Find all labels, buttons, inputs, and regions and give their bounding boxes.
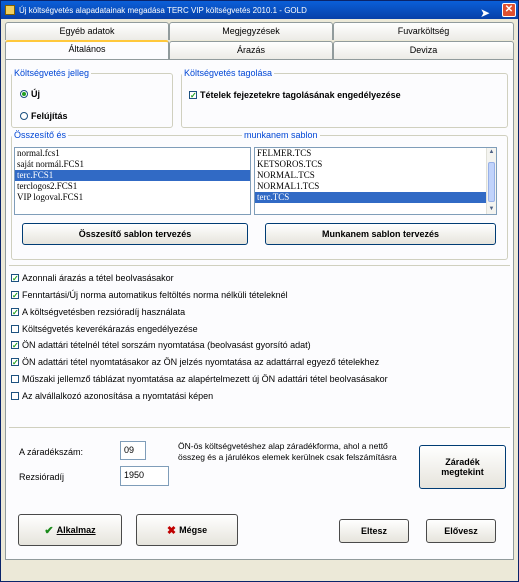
scroll-down-icon[interactable]: ▼ (487, 205, 496, 214)
list-item[interactable]: KETSOROS.TCS (255, 159, 496, 170)
radio-felujitas[interactable]: Felújítás (20, 111, 68, 121)
alkalmaz-label: Alkalmaz (56, 525, 96, 535)
checkbox-icon: ✓ (11, 274, 19, 283)
separator (9, 427, 510, 428)
list-item[interactable]: normal.fcs1 (15, 148, 250, 159)
option-label: Fenntartási/Új norma automatikus feltölt… (22, 290, 288, 300)
alkalmaz-button[interactable]: ✔ Alkalmaz (18, 514, 122, 546)
munkanem-sablon-button[interactable]: Munkanem sablon tervezés (265, 223, 496, 245)
option-checkbox-1[interactable]: ✓ Fenntartási/Új norma automatikus feltö… (11, 290, 288, 300)
close-button[interactable]: ✕ (502, 3, 516, 17)
list-item[interactable]: FELMER.TCS (255, 148, 496, 159)
radio-dot (20, 90, 28, 98)
option-label: Azonnali árazás a tétel beolvasásakor (22, 273, 174, 283)
radio-dot (20, 112, 28, 120)
list-item[interactable]: NORMAL.TCS (255, 170, 496, 181)
list-item[interactable]: VIP logoval.FCS1 (15, 192, 250, 203)
zaradekszam-input[interactable]: 09 (120, 441, 146, 460)
eltesz-button[interactable]: Eltesz (339, 519, 409, 543)
munkanem-scrollbar[interactable]: ▲ ▼ (486, 148, 496, 214)
list-item[interactable]: terc.TCS (255, 192, 486, 203)
option-label: Műszaki jellemző táblázat nyomtatása az … (22, 374, 388, 384)
koltsegvetes-jelleg-label: Költségvetés jelleg (12, 68, 92, 78)
tab-fuvarkoltseg[interactable]: Fuvarköltség (333, 22, 514, 40)
tab-deviza[interactable]: Deviza (333, 41, 514, 59)
separator (9, 265, 510, 266)
checkbox-icon (11, 375, 19, 383)
koltsegvetes-tagolasa-label: Költségvetés tagolása (182, 68, 275, 78)
option-label: Az alvállalkozó azonosítása a nyomtatási… (22, 391, 214, 401)
checkbox-icon (11, 392, 19, 400)
tab-arazas[interactable]: Árazás (169, 41, 333, 59)
option-checkbox-7[interactable]: Az alvállalkozó azonosítása a nyomtatási… (11, 391, 213, 401)
window-title: Új költségvetés alapadatainak megadása T… (19, 5, 307, 15)
munkanem-label: munkanem sablon (242, 130, 320, 140)
tagolas-checkbox-label: Tételek fejezetekre tagolásának engedély… (200, 90, 401, 100)
radio-felujitas-label: Felújítás (31, 111, 68, 121)
osszesito-listbox[interactable]: normal.fcs1 saját normál.FCS1 terc.FCS1 … (14, 147, 251, 215)
option-checkbox-0[interactable]: ✓ Azonnali árazás a tétel beolvasásakor (11, 273, 174, 283)
checkbox-icon: ✓ (11, 358, 19, 367)
list-item[interactable]: terclogos2.FCS1 (15, 181, 250, 192)
option-checkbox-5[interactable]: ✓ ÖN adattári tétel nyomtatásakor az ÖN … (11, 357, 379, 367)
option-label: A költségvetésben rezsióradíj használata (22, 307, 186, 317)
radio-uj-label: Új (31, 89, 40, 99)
munkanem-listbox[interactable]: FELMER.TCS KETSOROS.TCS NORMAL.TCS NORMA… (254, 147, 497, 215)
cross-icon: ✖ (166, 524, 177, 537)
option-checkbox-2[interactable]: ✓ A költségvetésben rezsióradíj használa… (11, 307, 185, 317)
scroll-up-icon[interactable]: ▲ (487, 148, 496, 157)
list-item[interactable]: terc.FCS1 (15, 170, 250, 181)
option-checkbox-6[interactable]: Műszaki jellemző táblázat nyomtatása az … (11, 374, 388, 384)
radio-uj[interactable]: Új (20, 89, 40, 99)
rezsioradij-label: Rezsióradíj (19, 472, 65, 482)
zaradek-megtekint-button[interactable]: Záradék megtekint (419, 445, 506, 489)
tagolas-checkbox[interactable]: ✓ Tételek fejezetekre tagolásának engedé… (189, 90, 401, 100)
option-label: ÖN adattári tételnél tétel sorszám nyomt… (22, 340, 311, 350)
list-item[interactable]: NORMAL1.TCS (255, 181, 496, 192)
koltsegvetes-tagolasa-group (181, 73, 508, 128)
megse-label: Mégse (179, 525, 208, 535)
zaradekszam-label: A záradékszám: (19, 447, 84, 457)
checkbox-icon: ✓ (11, 341, 19, 350)
option-label: Költségvetés keverékárazás engedélyezése (22, 324, 198, 334)
osszesito-sablon-button[interactable]: Összesítő sablon tervezés (22, 223, 248, 245)
tab-megjegyzesek[interactable]: Megjegyzések (169, 22, 333, 40)
option-label: ÖN adattári tétel nyomtatásakor az ÖN je… (22, 357, 380, 367)
megse-button[interactable]: ✖ Mégse (136, 514, 238, 546)
dialog-window: Új költségvetés alapadatainak megadása T… (0, 0, 519, 582)
tab-altalanos[interactable]: Általános (5, 40, 169, 60)
option-checkbox-4[interactable]: ✓ ÖN adattári tételnél tétel sorszám nyo… (11, 340, 311, 350)
app-icon (5, 5, 15, 15)
list-item[interactable]: saját normál.FCS1 (15, 159, 250, 170)
osszesito-label: Összesítő és (12, 130, 69, 140)
checkbox-icon (11, 325, 19, 333)
elovesz-button[interactable]: Elővesz (426, 519, 496, 543)
zaradek-note: ÖN-ös költségvetéshez alap záradékforma,… (178, 441, 397, 462)
title-bar[interactable]: Új költségvetés alapadatainak megadása T… (1, 1, 518, 19)
checkbox-icon: ✓ (11, 291, 19, 300)
checkbox-icon: ✓ (11, 308, 19, 317)
option-checkbox-3[interactable]: Költségvetés keverékárazás engedélyezése (11, 324, 198, 334)
checkbox-icon: ✓ (189, 91, 197, 100)
rezsioradij-input[interactable]: 1950 (120, 466, 169, 486)
scroll-thumb[interactable] (488, 162, 495, 202)
check-icon: ✔ (44, 524, 54, 537)
tab-egyeb-adatok[interactable]: Egyéb adatok (5, 22, 169, 40)
mouse-cursor-icon: ➤ (480, 6, 491, 20)
